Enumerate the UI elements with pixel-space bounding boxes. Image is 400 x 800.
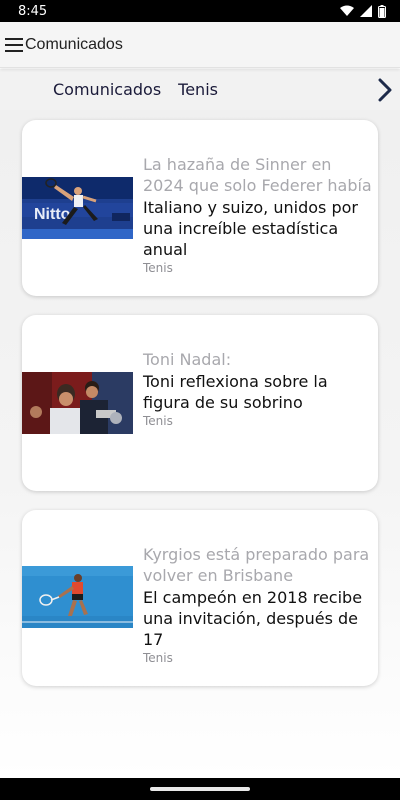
tab-comunicados[interactable]: Comunicados — [53, 80, 161, 99]
news-card[interactable]: Kyrgios está preparado para volver en Br… — [22, 510, 378, 686]
tennis-player-hardcourt-photo — [22, 566, 133, 628]
news-card[interactable]: Toni Nadal: Toni reflexiona sobre la fig… — [22, 315, 378, 491]
battery-icon — [378, 4, 386, 18]
category-tabs: Comunicados Tenis — [0, 69, 400, 110]
hamburger-menu-icon[interactable] — [3, 22, 25, 68]
news-category: Tenis — [143, 261, 173, 275]
system-nav-bar — [0, 778, 400, 800]
news-headline: La hazaña de Sinner en 2024 que solo Fed… — [143, 155, 372, 195]
news-subtitle: El campeón en 2018 recibe una invitación… — [143, 588, 363, 649]
status-bar: 8:45 — [0, 0, 400, 22]
news-card[interactable]: Nitto La hazaña de Sinner en 2024 que so… — [22, 120, 378, 296]
home-gesture-handle[interactable] — [150, 787, 250, 791]
tennis-player-serve-photo: Nitto — [22, 177, 133, 239]
news-subtitle: Italiano y suizo, unidos por una increíb… — [143, 198, 358, 259]
news-category: Tenis — [143, 651, 173, 665]
news-card-text: Toni Nadal: Toni reflexiona sobre la fig… — [143, 349, 373, 428]
app-bar: Comunicados — [0, 22, 400, 68]
news-card-text: Kyrgios está preparado para volver en Br… — [143, 544, 373, 665]
chevron-right-icon[interactable] — [376, 75, 394, 105]
news-headline: Kyrgios está preparado para volver en Br… — [143, 545, 370, 585]
news-headline: Toni Nadal: — [143, 350, 232, 369]
tab-tenis[interactable]: Tenis — [178, 80, 218, 99]
status-icons — [340, 4, 386, 18]
status-time: 8:45 — [18, 3, 48, 19]
app-title: Comunicados — [25, 35, 123, 53]
news-category: Tenis — [143, 414, 173, 428]
tennis-celebration-photo — [22, 372, 133, 434]
news-card-text: La hazaña de Sinner en 2024 que solo Fed… — [143, 154, 373, 275]
news-feed: Nitto La hazaña de Sinner en 2024 que so… — [0, 110, 400, 778]
news-subtitle: Toni reflexiona sobre la figura de su so… — [143, 372, 328, 412]
wifi-icon — [340, 5, 354, 17]
cell-signal-icon — [360, 5, 372, 17]
